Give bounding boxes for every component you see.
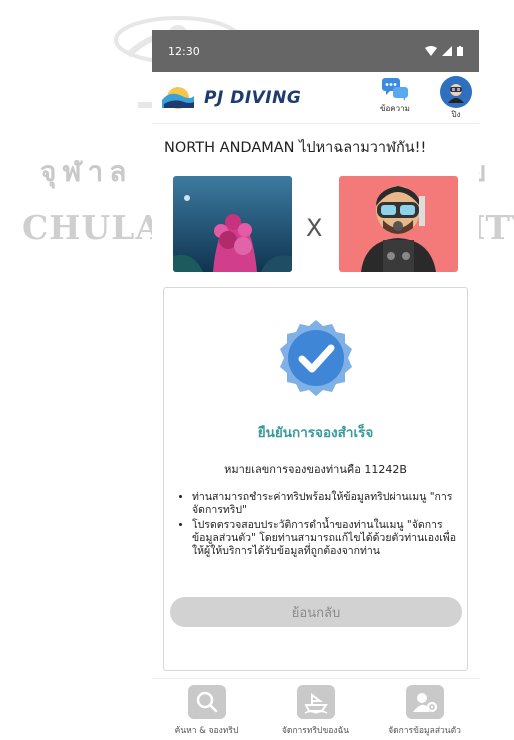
nav-item-profile-settings[interactable]: จัดการข้อมูลส่วนตัว	[370, 685, 479, 737]
diver-avatar-icon	[448, 84, 464, 103]
confirmation-card: ยืนยันการจองสำเร็จ หมายเลขการจองของท่านค…	[163, 287, 468, 671]
nav-item-my-trips[interactable]: จัดการทริปของฉัน	[261, 685, 370, 737]
booking-number-text: หมายเลขการจองของท่านคือ 11242B	[224, 463, 407, 476]
diver-illustration	[339, 176, 458, 272]
coral-reef-image	[173, 176, 292, 272]
bottom-navigation: ค้นหา & จองทริป จัดการทริปของฉัน จัดการข…	[152, 678, 479, 740]
wave-logo-icon	[162, 86, 194, 109]
nav-label: จัดการทริปของฉัน	[281, 726, 350, 736]
confirmation-title: ยืนยันการจองสำเร็จ	[257, 425, 374, 441]
list-item: ท่านสามารถชำระค่าทริปพร้อมให้ข้อมูลทริปผ…	[192, 491, 463, 517]
search-icon	[187, 685, 226, 719]
profile-button[interactable]: ปิง	[440, 76, 472, 121]
avatar	[440, 76, 472, 108]
profile-label: ปิง	[451, 110, 461, 119]
separator-x: X	[306, 214, 323, 242]
instruction-list: ท่านสามารถชำระค่าทริปพร้อมให้ข้อมูลทริปผ…	[178, 491, 463, 560]
nav-label: ค้นหา & จองทริป	[174, 726, 239, 736]
chat-bubbles-icon	[381, 78, 408, 101]
app-header: PJ DIVING ข้อความ ปิง	[152, 72, 479, 124]
status-icons	[425, 46, 463, 56]
messages-label: ข้อความ	[380, 104, 410, 113]
nav-item-search-book[interactable]: ค้นหา & จองทริป	[152, 685, 261, 737]
diver-icon	[361, 186, 436, 272]
signal-icon	[442, 46, 452, 56]
checkmark-badge-icon	[280, 320, 352, 396]
phone-screen: 12:30 PJ DIVING ข้อความ ปิง NORTH ANDAMA…	[152, 30, 479, 740]
messages-button[interactable]: ข้อความ	[380, 76, 410, 115]
status-time: 12:30	[168, 44, 200, 58]
wifi-icon	[425, 46, 437, 56]
user-settings-icon	[405, 685, 444, 719]
list-item: โปรดตรวจสอบประวัติการดำน้ำของท่านในเมนู …	[192, 519, 463, 558]
trip-photo	[173, 176, 292, 272]
logo-text: PJ DIVING	[204, 87, 302, 108]
back-button[interactable]: ย้อนกลับ	[170, 597, 462, 627]
battery-icon	[457, 46, 463, 56]
watermark-thai-left: จุฬาล	[40, 155, 133, 188]
boat-icon	[296, 685, 335, 719]
app-logo[interactable]: PJ DIVING	[160, 86, 301, 110]
trip-title: NORTH ANDAMAN ไปหาฉลามวาฬกัน!!	[164, 140, 427, 156]
nav-label: จัดการข้อมูลส่วนตัว	[388, 726, 461, 736]
status-bar: 12:30	[152, 30, 479, 72]
